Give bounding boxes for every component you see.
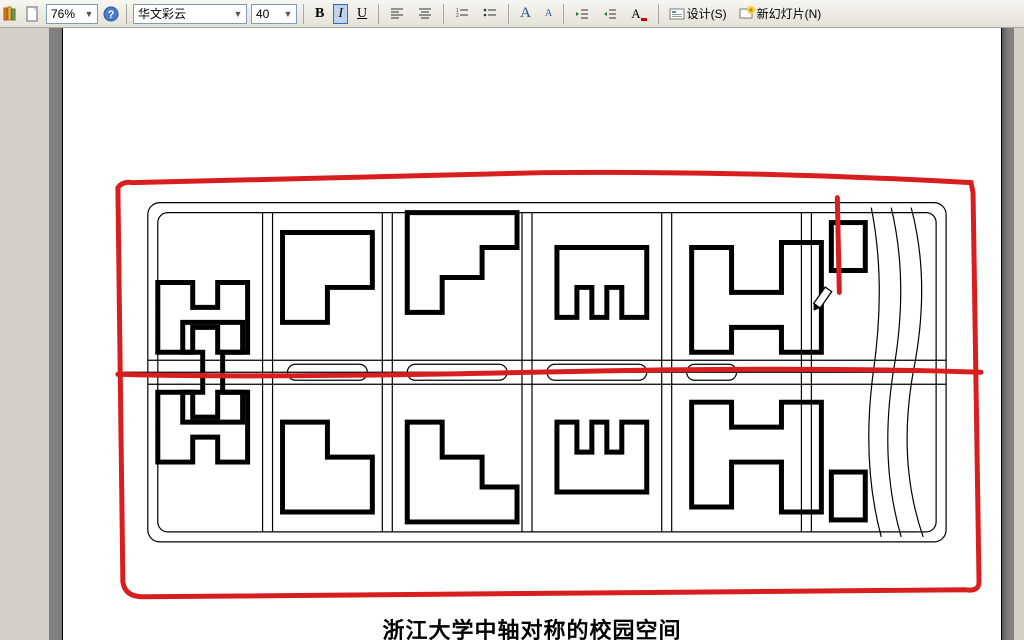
formatting-toolbar: ▼ ? ▼ ▼ B I U 12 A A A xyxy=(0,0,1024,28)
slide-area[interactable]: 浙江大学中轴对称的校园空间 xyxy=(50,28,1014,640)
design-label: 设计(S) xyxy=(687,5,727,22)
font-name-combo[interactable]: ▼ xyxy=(133,4,247,24)
align-left-button[interactable] xyxy=(385,4,409,24)
new-slide-button[interactable]: 新幻灯片(N) xyxy=(735,5,826,22)
zoom-combo[interactable]: ▼ xyxy=(46,4,98,24)
bullet-list-button[interactable] xyxy=(478,4,502,24)
bold-button[interactable]: B xyxy=(310,4,329,24)
align-center-button[interactable] xyxy=(413,4,437,24)
right-gutter xyxy=(1014,28,1024,640)
font-size-combo[interactable]: ▼ xyxy=(251,4,297,24)
zoom-input[interactable] xyxy=(49,6,83,22)
italic-button[interactable]: I xyxy=(333,4,348,24)
numbered-list-button[interactable]: 12 xyxy=(450,4,474,24)
separator xyxy=(303,4,304,24)
outline-pane[interactable] xyxy=(0,28,50,640)
font-color-button[interactable]: A xyxy=(626,4,651,24)
new-slide-label: 新幻灯片(N) xyxy=(757,5,822,22)
separator xyxy=(443,4,444,24)
outdent-button[interactable] xyxy=(570,4,594,24)
font-size-input[interactable] xyxy=(254,6,282,22)
separator xyxy=(378,4,379,24)
workspace: 浙江大学中轴对称的校园空间 xyxy=(0,28,1024,640)
new-slide-icon xyxy=(739,6,755,22)
help-icon[interactable]: ? xyxy=(102,5,120,23)
separator xyxy=(508,4,509,24)
indent-button[interactable] xyxy=(598,4,622,24)
chevron-down-icon[interactable]: ▼ xyxy=(232,9,244,19)
design-icon xyxy=(669,6,685,22)
font-name-input[interactable] xyxy=(136,6,232,22)
chevron-down-icon[interactable]: ▼ xyxy=(83,9,95,19)
new-doc-icon[interactable] xyxy=(24,5,42,23)
slide-caption: 浙江大学中轴对称的校园空间 xyxy=(63,613,1001,640)
font-shrink-button[interactable]: A xyxy=(540,4,557,24)
font-grow-button[interactable]: A xyxy=(515,4,536,24)
separator xyxy=(658,4,659,24)
svg-text:2: 2 xyxy=(456,13,459,19)
svg-text:?: ? xyxy=(108,9,115,21)
chevron-down-icon[interactable]: ▼ xyxy=(282,9,294,19)
separator xyxy=(126,4,127,24)
design-button[interactable]: 设计(S) xyxy=(665,5,731,22)
underline-button[interactable]: U xyxy=(352,4,372,24)
library-icon[interactable] xyxy=(2,5,20,23)
slide-canvas[interactable]: 浙江大学中轴对称的校园空间 xyxy=(62,28,1002,640)
separator xyxy=(563,4,564,24)
campus-plan-drawing xyxy=(63,28,1001,640)
